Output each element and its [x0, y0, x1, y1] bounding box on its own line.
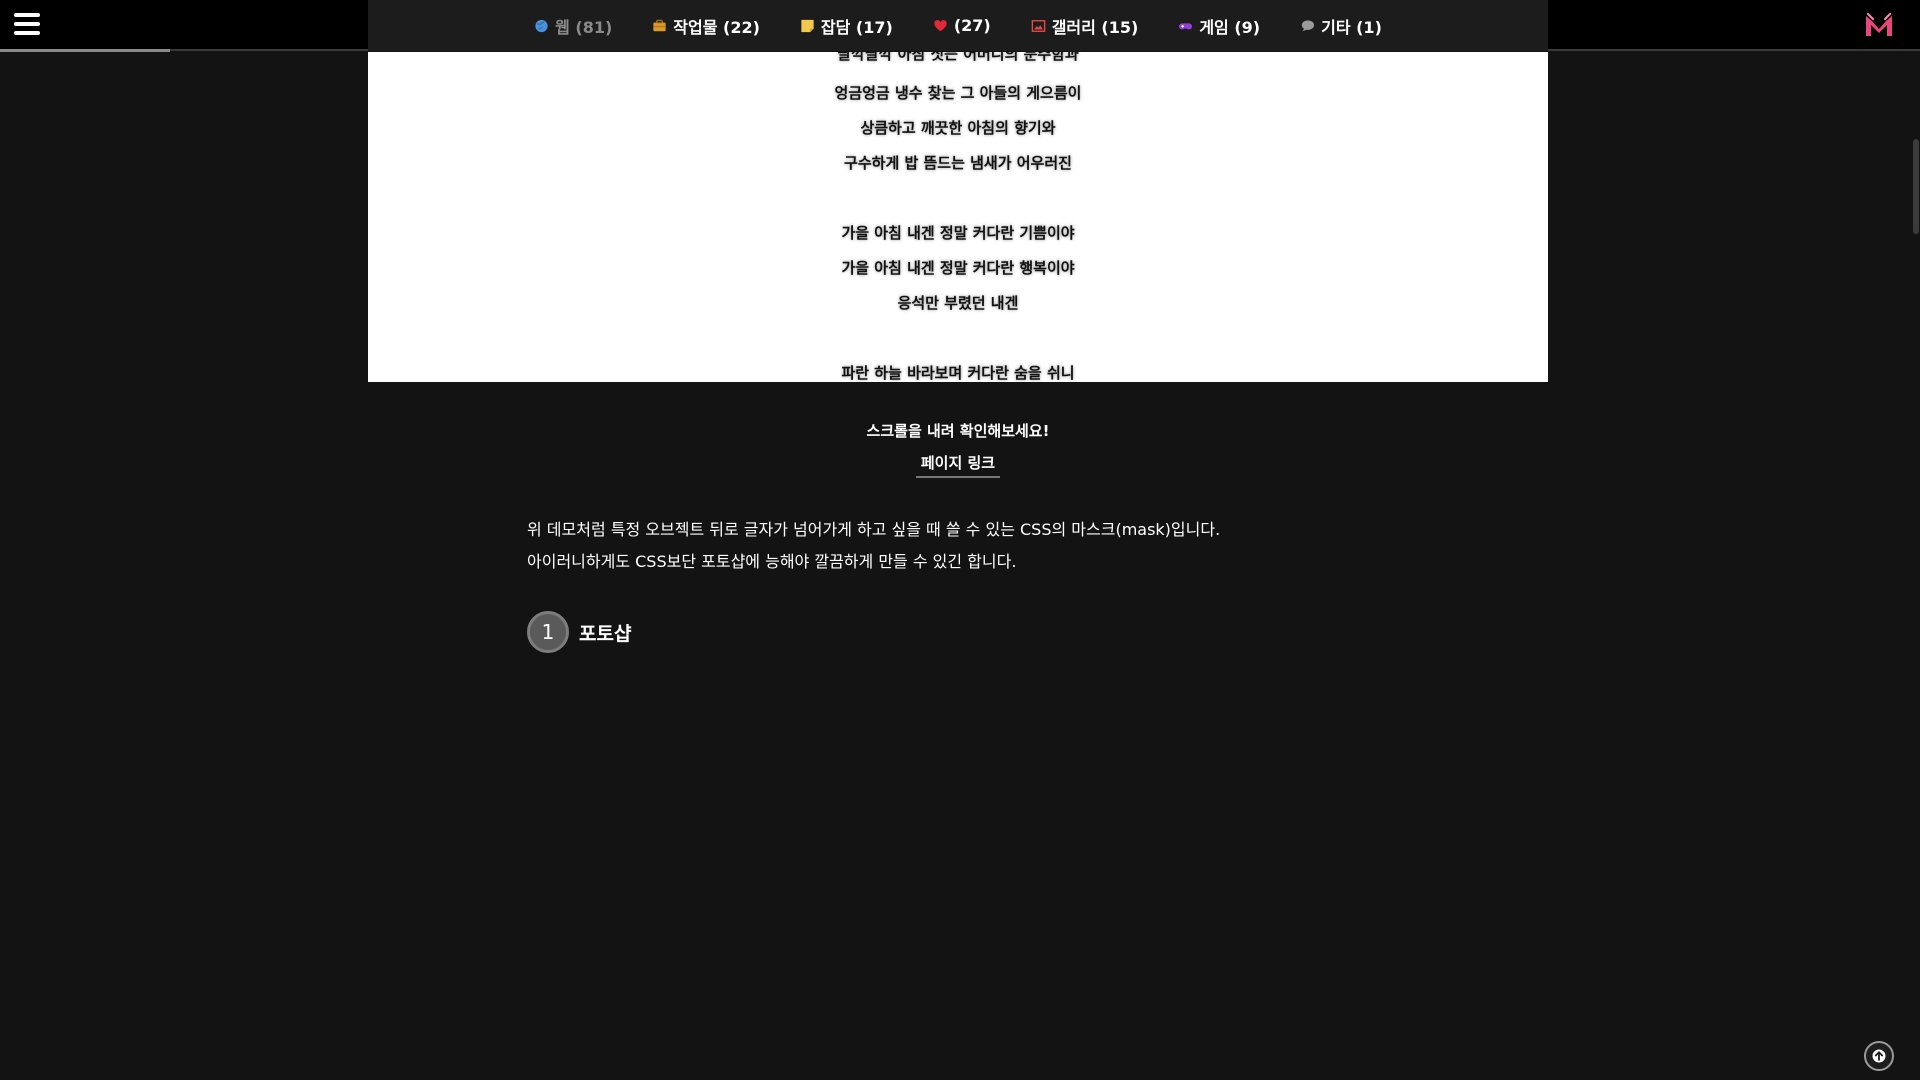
article-paragraph-line: 위 데모처럼 특정 오브젝트 뒤로 글자가 넘어가게 하고 싶을 때 쓸 수 있…: [527, 520, 1221, 539]
top-navigation-bar: 웹 (81) 작업물 (22) 잡담 (17) (27) 갤러리 (15) 게임…: [0, 0, 1920, 51]
scroll-to-top-button[interactable]: [1864, 1041, 1894, 1071]
note-icon: [801, 19, 814, 32]
briefcase-icon: [653, 19, 666, 31]
demo-line: 가을 아침 내겐 정말 커다란 행복이야: [841, 259, 1075, 277]
category-nav: 웹 (81) 작업물 (22) 잡담 (17) (27) 갤러리 (15) 게임…: [368, 0, 1548, 51]
demo-line: 응석만 부렸던 내겐: [897, 294, 1019, 312]
mask-demo-panel: 딸깍딸깍 아침 짓는 어머니의 분주함과 엉금엉금 냉수 찾는 그 아들의 게으…: [368, 52, 1548, 382]
category-chat[interactable]: 잡담 (17): [800, 14, 893, 38]
article-paragraph-line: 아이러니하게도 CSS보단 포토샵에 능해야 깔끔하게 만들 수 있긴 합니다.: [527, 552, 1017, 571]
category-label: 기타 (1): [1321, 17, 1382, 37]
reading-progress-bar: [0, 49, 170, 52]
category-label: 작업물 (22): [673, 17, 760, 37]
demo-line: 구수하게 밥 뜸드는 냄새가 어우러진: [844, 154, 1072, 172]
m-logo-icon[interactable]: [1864, 12, 1894, 38]
demo-line: 딸깍딸깍 아침 짓는 어머니의 분주함과: [837, 52, 1079, 63]
category-etc[interactable]: 기타 (1): [1300, 14, 1382, 38]
speech-bubble-icon: [1301, 19, 1315, 31]
page-link-row: 페이지 링크: [0, 452, 1916, 478]
picture-icon: [1031, 19, 1046, 32]
demo-line: 파란 하늘 바라보며 커다란 숨을 쉬니: [841, 364, 1075, 382]
page-scrollbar[interactable]: [1912, 52, 1920, 1080]
scroll-thumb[interactable]: [1913, 139, 1919, 234]
arrow-up-icon: [1872, 1049, 1886, 1063]
demo-line: 엉금엉금 냉수 찾는 그 아들의 게으름이: [834, 84, 1082, 102]
category-heart[interactable]: (27): [933, 16, 991, 35]
section-number-badge: 1: [527, 611, 569, 653]
category-label: 잡담 (17): [820, 17, 893, 37]
demo-caption: 스크롤을 내려 확인해보세요!: [866, 422, 1050, 440]
category-web[interactable]: 웹 (81): [534, 14, 612, 38]
gamepad-icon: [1179, 22, 1193, 29]
section-title: 포토샵: [579, 622, 632, 645]
hamburger-icon[interactable]: [14, 13, 40, 35]
category-label: 갤러리 (15): [1051, 17, 1139, 37]
section-heading: 1 포토샵: [527, 611, 631, 653]
category-gallery[interactable]: 갤러리 (15): [1031, 14, 1139, 38]
demo-line: 가을 아침 내겐 정말 커다란 기쁨이야: [841, 224, 1075, 242]
demo-line: 상큼하고 깨끗한 아침의 향기와: [860, 119, 1056, 137]
category-game[interactable]: 게임 (9): [1178, 14, 1260, 38]
category-label: 게임 (9): [1199, 17, 1261, 37]
page-link[interactable]: 페이지 링크: [915, 452, 1001, 478]
globe-icon: [535, 19, 548, 32]
category-works[interactable]: 작업물 (22): [652, 14, 760, 38]
category-label: 웹 (81): [555, 17, 613, 37]
heart-icon: [934, 19, 947, 31]
category-label: (27): [953, 16, 991, 35]
